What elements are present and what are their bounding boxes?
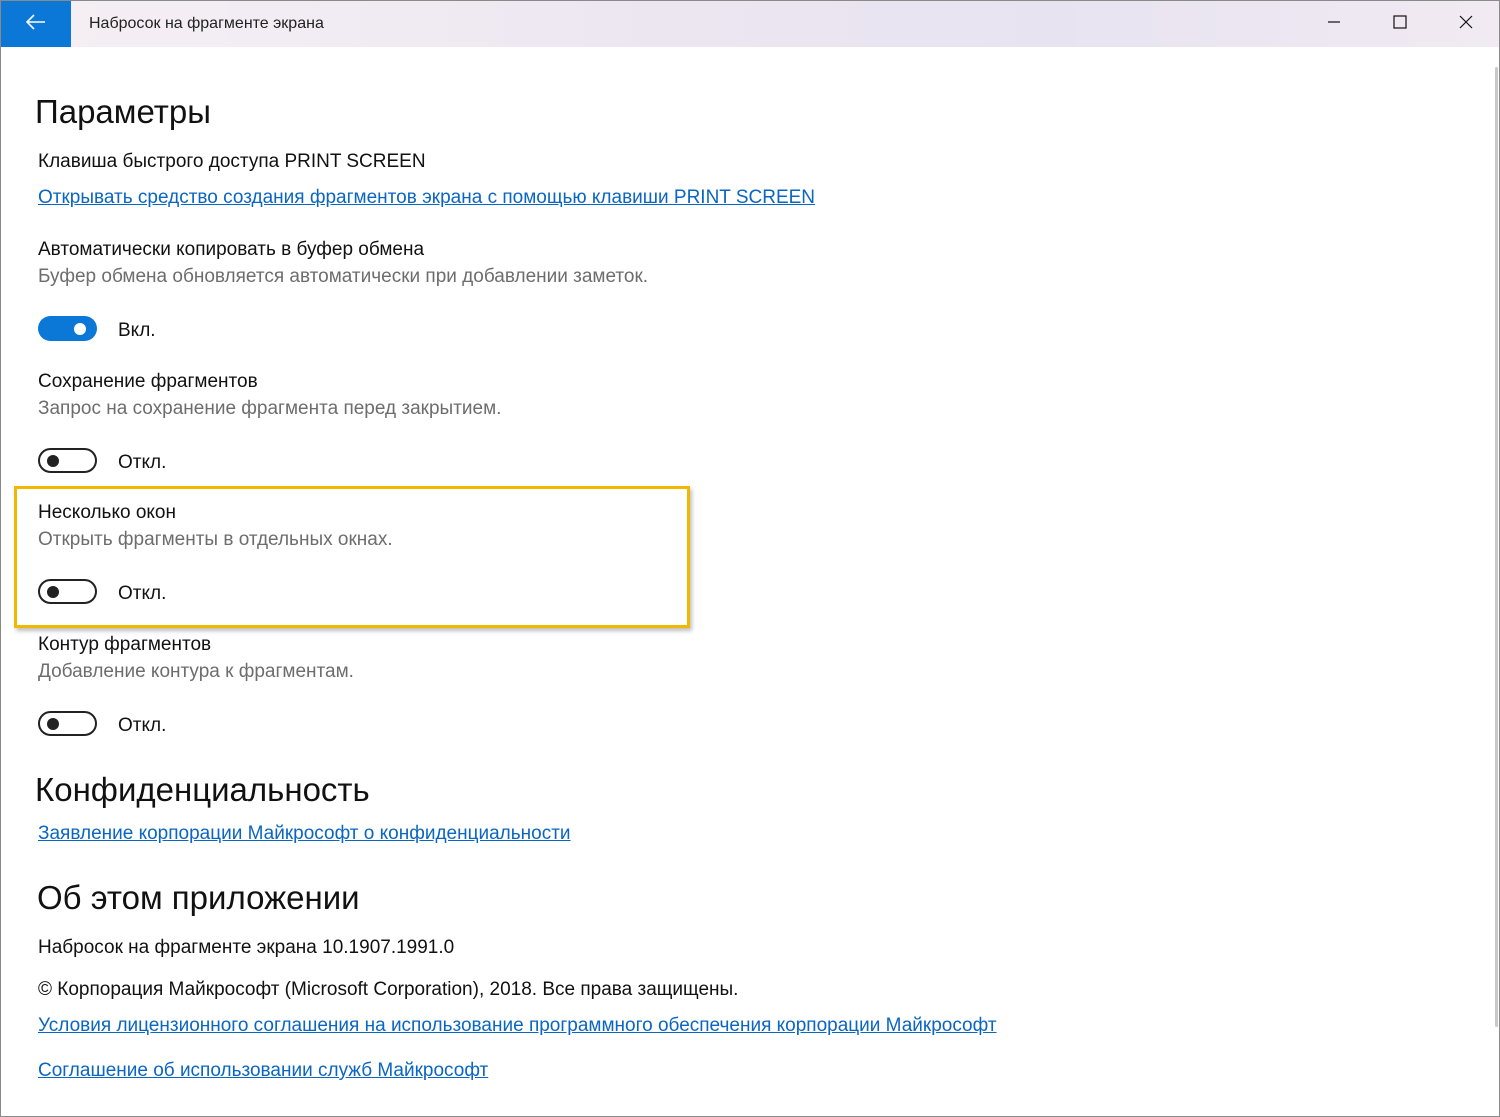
save-snips-label: Сохранение фрагментов [38,371,258,392]
toggle-knob [47,454,59,467]
minimize-button[interactable] [1301,1,1367,47]
vertical-scrollbar[interactable] [1493,47,1499,1116]
toggle-knob [74,322,86,335]
settings-page: Параметры Клавиша быстрого доступа PRINT… [1,1,1491,1116]
snip-outline-description: Добавление контура к фрагментам. [38,661,354,682]
print-screen-link[interactable]: Открывать средство создания фрагментов э… [38,187,815,209]
minimize-icon [1327,15,1341,34]
window-title: Набросок на фрагменте экрана [89,15,324,32]
save-snips-toggle[interactable] [38,448,97,473]
license-terms-link[interactable]: Условия лицензионного соглашения на испо… [38,1015,997,1037]
maximize-icon [1393,14,1407,34]
snip-outline-label: Контур фрагментов [38,634,212,655]
about-heading: Об этом приложении [37,879,360,916]
print-screen-label: Клавиша быстрого доступа PRINT SCREEN [38,151,426,172]
save-snips-state: Откл. [118,452,167,473]
multiple-windows-state: Откл. [118,583,167,604]
maximize-button[interactable] [1367,1,1433,47]
back-arrow-icon [25,13,46,35]
auto-copy-state: Вкл. [118,320,156,341]
scrollbar-thumb[interactable] [1495,67,1498,1027]
toggle-knob [47,585,59,598]
services-agreement-link[interactable]: Соглашение об использовании служб Майкро… [38,1060,488,1082]
multiple-windows-label: Несколько окон [38,502,176,523]
close-button[interactable] [1433,1,1499,47]
auto-copy-toggle[interactable] [38,316,97,341]
title-bar: Набросок на фрагменте экрана [1,1,1499,47]
app-version: Набросок на фрагменте экрана 10.1907.199… [38,937,455,958]
close-icon [1459,15,1473,34]
snip-outline-state: Откл. [118,715,167,736]
back-button[interactable] [1,1,71,47]
save-snips-description: Запрос на сохранение фрагмента перед зак… [38,398,502,419]
auto-copy-label: Автоматически копировать в буфер обмена [38,239,425,260]
app-window: Параметры Клавиша быстрого доступа PRINT… [0,0,1500,1117]
privacy-link[interactable]: Заявление корпорации Майкрософт о конфид… [38,823,571,845]
multiple-windows-toggle[interactable] [38,579,97,604]
copyright-text: © Корпорация Майкрософт (Microsoft Corpo… [38,979,739,1000]
multiple-windows-description: Открыть фрагменты в отдельных окнах. [38,529,393,550]
auto-copy-description: Буфер обмена обновляется автоматически п… [38,266,649,287]
snip-outline-toggle[interactable] [38,711,97,736]
settings-heading: Параметры [35,93,211,130]
privacy-heading: Конфиденциальность [35,771,370,808]
toggle-knob [47,717,59,730]
